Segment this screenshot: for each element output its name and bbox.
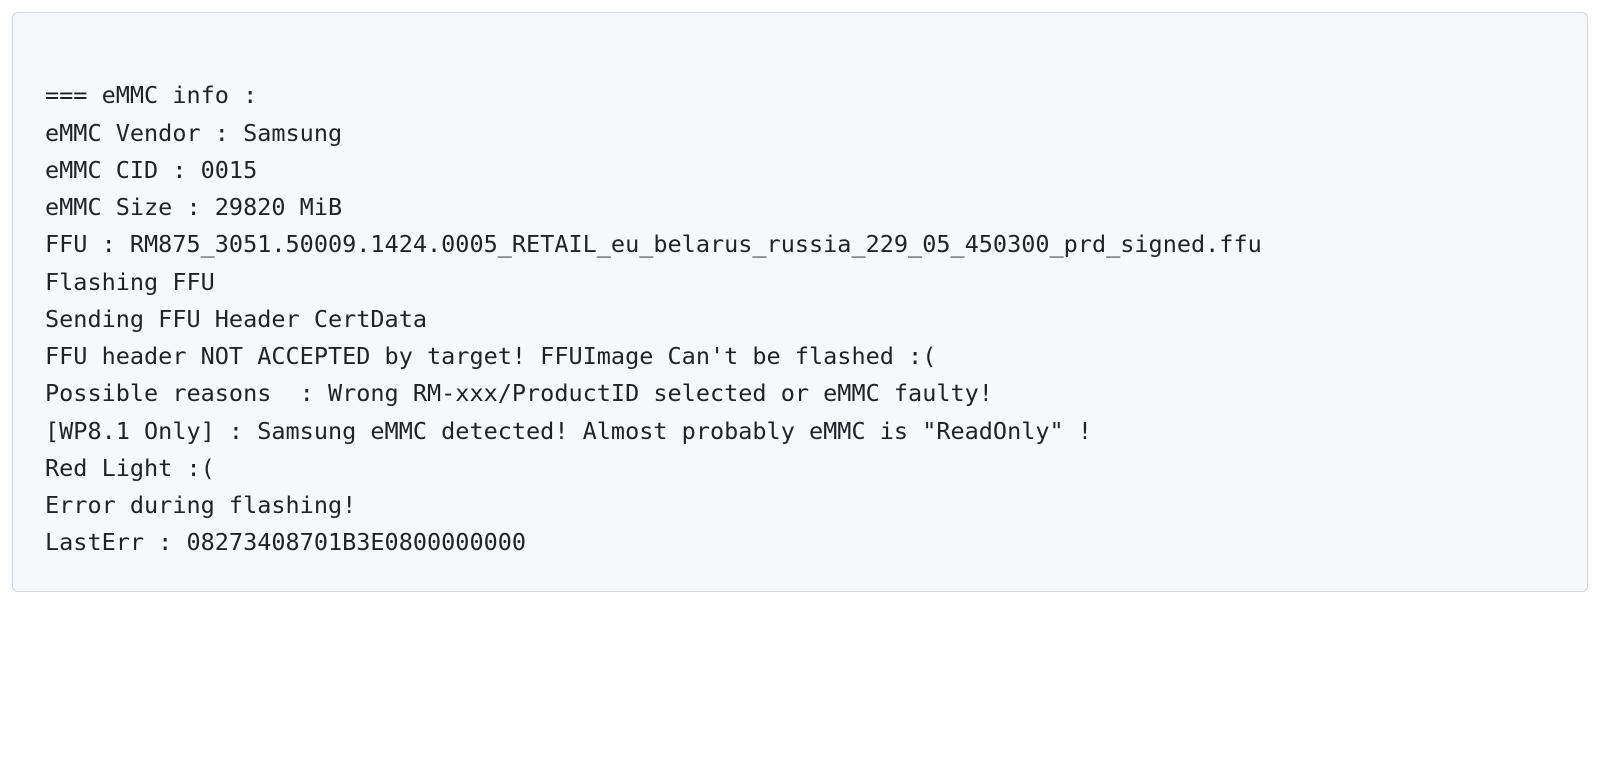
code-content: === eMMC info : eMMC Vendor : Samsung eM… — [45, 81, 1262, 556]
code-block: === eMMC info : eMMC Vendor : Samsung eM… — [12, 12, 1588, 592]
